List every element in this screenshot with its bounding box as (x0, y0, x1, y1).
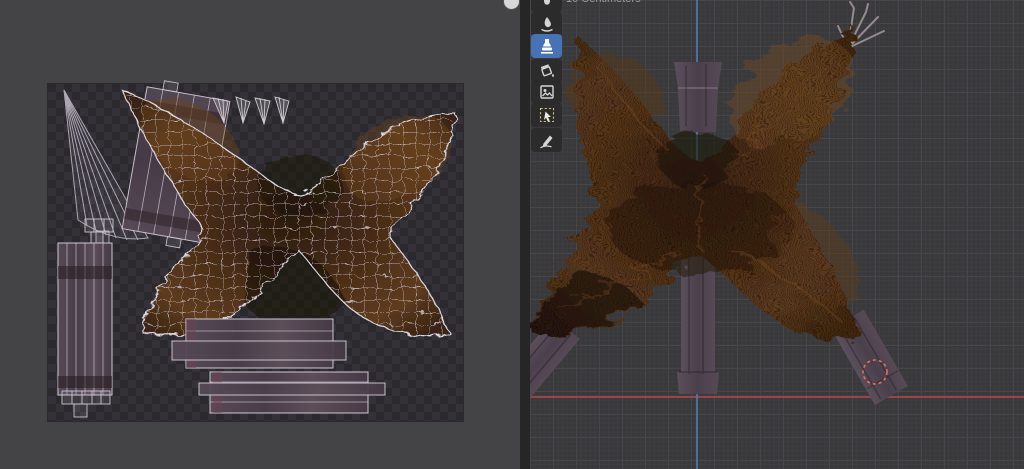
cone-fan (275, 97, 289, 123)
frame-top-post (674, 62, 722, 132)
vplank-band (58, 266, 112, 279)
tool-annotate-button[interactable] (531, 128, 562, 152)
soften-icon (538, 15, 556, 33)
select-box-cursor-icon (538, 106, 556, 124)
draw-icon (538, 0, 556, 9)
app-window: 10 Centimeters (0, 0, 1024, 469)
tool-draw-button[interactable] (531, 0, 562, 12)
vplank-band (58, 376, 112, 388)
mask-image-icon (538, 83, 556, 101)
uv-island-cone-fans[interactable] (213, 97, 289, 124)
scene-layer (530, 0, 1024, 469)
uv-island-horizontal-planks-lower[interactable] (199, 372, 385, 413)
clone-stamp-icon (538, 37, 556, 55)
tool-clone-button[interactable] (531, 34, 562, 58)
annotate-pen-icon (538, 131, 556, 149)
cap-square (91, 232, 103, 243)
fill-bucket-icon (538, 62, 556, 80)
uv-island-cap-bottom[interactable] (62, 391, 110, 417)
hplank-offset-board (172, 341, 346, 360)
plank-strip-tab (163, 81, 178, 92)
uv-island-vertical-planks[interactable] (58, 231, 112, 395)
frame-center-post-cap (677, 372, 719, 394)
uv-islands-layer (0, 0, 520, 469)
viewport-3d[interactable]: 10 Centimeters (530, 0, 1024, 469)
plank-strip-tab (166, 237, 181, 248)
cap-row (85, 219, 113, 232)
uv-island-horizontal-planks-upper[interactable] (172, 319, 346, 368)
uv-image-editor (0, 0, 520, 469)
hplank-offset-board (199, 383, 385, 395)
tool-soften-button[interactable] (531, 12, 562, 36)
cap-square (74, 404, 87, 417)
cone-fan (236, 97, 250, 123)
cap-row (62, 391, 110, 404)
paint-toolbar (531, 0, 565, 170)
tool-mask-button[interactable] (531, 80, 562, 104)
area-splitter[interactable] (520, 0, 530, 469)
tool-select-button[interactable] (531, 103, 562, 127)
cone-fan (255, 98, 270, 124)
